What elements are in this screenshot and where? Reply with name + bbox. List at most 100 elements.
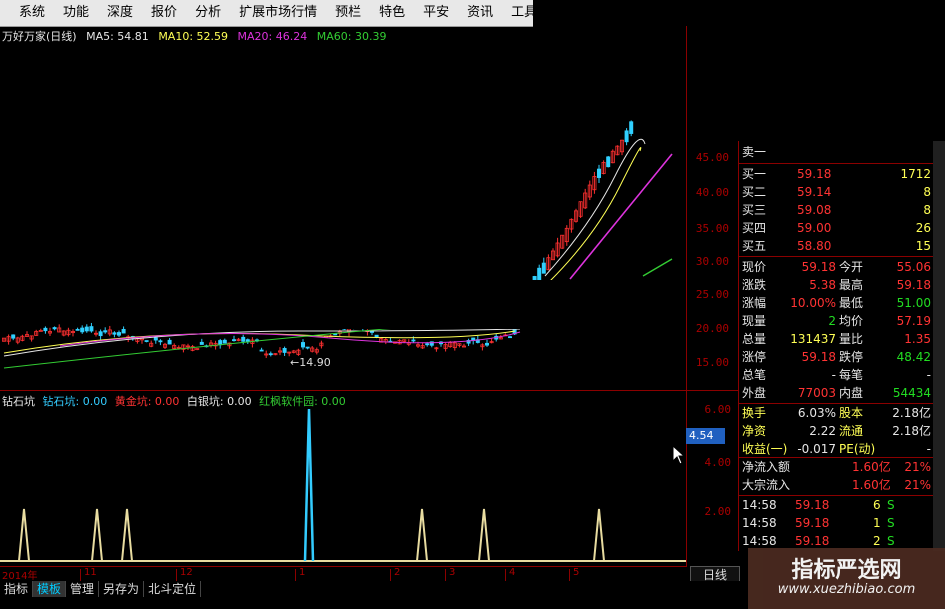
price-tick: 30.00 xyxy=(695,255,729,268)
tab-template[interactable]: 模板 xyxy=(33,581,67,597)
ma20-line-rally xyxy=(569,153,673,280)
quote-stat-row: 总量 131437 量比 1.35 xyxy=(742,332,931,346)
watermark-url: www.xuezhibiao.com xyxy=(777,582,916,597)
quote-panel: 卖一 买一 59.18 1712 买二 59.14 8 买三 59.08 8 买四 59.00… xyxy=(738,141,945,551)
candle-body xyxy=(369,331,374,333)
bid-row-1: 买一 59.18 1712 xyxy=(742,167,931,181)
quote-stat-row: 现量 2 均价 57.19 xyxy=(742,314,931,328)
candle-body xyxy=(606,156,611,168)
menu-item-analysis[interactable]: 分析 xyxy=(186,0,230,26)
indicator-diamond: 钻石坑: 0.00 xyxy=(42,395,108,408)
candle-body xyxy=(89,326,94,332)
tick-row: 14:58 59.18 1 S xyxy=(742,516,895,530)
quote-stat-row: 涨跌 5.38 最高 59.18 xyxy=(742,278,931,292)
price-tick: 15.00 xyxy=(695,356,729,369)
ma5-label: MA5: 54.81 xyxy=(86,30,149,43)
silver-pit-signal xyxy=(18,508,30,562)
bid-row-2: 买二 59.14 8 xyxy=(742,185,931,199)
candle-body xyxy=(98,331,103,337)
tab-beidou-locate[interactable]: 北斗定位 xyxy=(144,581,202,597)
candle-body xyxy=(425,343,430,346)
date-label: 3 xyxy=(449,567,456,578)
price-tick: 35.00 xyxy=(695,222,729,235)
diamond-pit-signal xyxy=(303,408,315,562)
date-label: 2 xyxy=(394,567,401,578)
candle-body xyxy=(52,327,57,330)
indicator-canvas[interactable] xyxy=(0,391,686,567)
candle-body xyxy=(268,353,273,356)
candle-body xyxy=(507,336,512,339)
quote-fin-row: 收益(一) -0.017 PE(动) - xyxy=(742,442,931,456)
menu-item-preview[interactable]: 预栏 xyxy=(326,0,370,26)
net-inflow-row: 净流入额 1.60亿 21% xyxy=(742,460,931,474)
panel-scrollbar[interactable] xyxy=(933,141,945,551)
indicator-axis: 6.00 4.00 2.00 xyxy=(686,390,739,567)
quote-fin-row: 换手 6.03% 股本 2.18亿 xyxy=(742,406,931,420)
menu-item-function[interactable]: 功能 xyxy=(54,0,98,26)
candle-body xyxy=(624,130,629,143)
price-tick: 25.00 xyxy=(695,288,729,301)
indicator-silver: 白银坑: 0.00 xyxy=(186,395,252,408)
silver-pit-signal xyxy=(416,508,428,562)
candle-body xyxy=(629,121,634,134)
date-label: 11 xyxy=(84,567,97,578)
candle-body xyxy=(300,342,305,348)
date-label: 2014年 xyxy=(2,571,38,582)
kline-chart[interactable]: 万好万家(日线) MA5: 54.81 MA10: 52.59 MA20: 46… xyxy=(0,26,686,390)
price-tick: 45.00 xyxy=(695,151,729,164)
low-price-label: ←14.90 xyxy=(290,356,331,369)
tick-row: 14:58 59.18 6 S xyxy=(742,498,895,512)
menu-item-extended-market[interactable]: 扩展市场行情 xyxy=(230,0,326,26)
candle-body xyxy=(597,168,602,178)
kline-canvas[interactable] xyxy=(0,26,686,390)
indicator-tick: 2.00 xyxy=(704,505,732,518)
menu-item-features[interactable]: 特色 xyxy=(370,0,414,26)
candle-body xyxy=(121,328,126,334)
quote-stat-row: 涨停 59.18 跌停 48.42 xyxy=(742,350,931,364)
crosshair-value: 4.54 xyxy=(686,428,725,444)
candle-body xyxy=(80,327,85,333)
mouse-cursor-icon xyxy=(672,445,686,465)
bid-row-5: 买五 58.80 15 xyxy=(742,239,931,253)
sell-one-label: 卖一 xyxy=(742,145,767,159)
indicator-hongfeng: 红枫软件园: 0.00 xyxy=(259,395,346,408)
tab-manage[interactable]: 管理 xyxy=(66,581,100,597)
indicator-tick: 4.00 xyxy=(704,456,732,469)
quote-fin-row: 净资 2.22 流通 2.18亿 xyxy=(742,424,931,438)
indicator-name[interactable]: 钻石坑 xyxy=(2,395,35,408)
ma10-label: MA10: 52.59 xyxy=(158,30,229,43)
menu-item-news[interactable]: 资讯 xyxy=(458,0,502,26)
tab-indicator[interactable]: 指标 xyxy=(0,581,34,597)
ma60-label: MA60: 30.39 xyxy=(316,30,387,43)
tab-save-as[interactable]: 另存为 xyxy=(99,581,145,597)
stock-title: 万好万家(日线) xyxy=(2,30,77,43)
tick-row: 14:58 59.18 2 S xyxy=(742,534,895,548)
silver-pit-signal xyxy=(121,508,133,562)
candle-body xyxy=(144,340,149,342)
ma10-line-rally xyxy=(549,147,642,282)
bid-row-3: 买三 59.08 8 xyxy=(742,203,931,217)
menu-item-system[interactable]: 系统 xyxy=(10,0,54,26)
ma60-line-rally xyxy=(642,258,673,277)
candle-body xyxy=(158,340,163,343)
date-label: 1 xyxy=(299,567,306,578)
candle-body xyxy=(75,328,80,331)
silver-pit-signal xyxy=(91,508,103,562)
candle-body xyxy=(84,326,89,332)
indicator-chart[interactable]: 钻石坑 钻石坑: 0.00 黄金坑: 0.00 白银坑: 0.00 红枫软件园:… xyxy=(0,390,686,567)
quote-stat-row: 涨幅 10.00% 最低 51.00 xyxy=(742,296,931,310)
kline-header: 万好万家(日线) MA5: 54.81 MA10: 52.59 MA20: 46… xyxy=(2,28,392,44)
block-inflow-row: 大宗流入 1.60亿 21% xyxy=(742,478,931,492)
price-tick: 20.00 xyxy=(695,322,729,335)
candle-body xyxy=(167,339,172,345)
candle-body xyxy=(231,339,236,342)
date-axis: 2014年 11 12 1 2 3 4 5 xyxy=(0,566,686,582)
candle-body xyxy=(199,341,204,345)
candle-body xyxy=(117,332,122,336)
candle-body xyxy=(484,342,489,346)
quote-stat-row: 外盘 77003 内盘 54434 xyxy=(742,386,931,400)
menu-item-depth[interactable]: 深度 xyxy=(98,0,142,26)
quote-stat-row: 现价 59.18 今开 55.06 xyxy=(742,260,931,274)
menu-item-pingan[interactable]: 平安 xyxy=(414,0,458,26)
menu-item-quote[interactable]: 报价 xyxy=(142,0,186,26)
